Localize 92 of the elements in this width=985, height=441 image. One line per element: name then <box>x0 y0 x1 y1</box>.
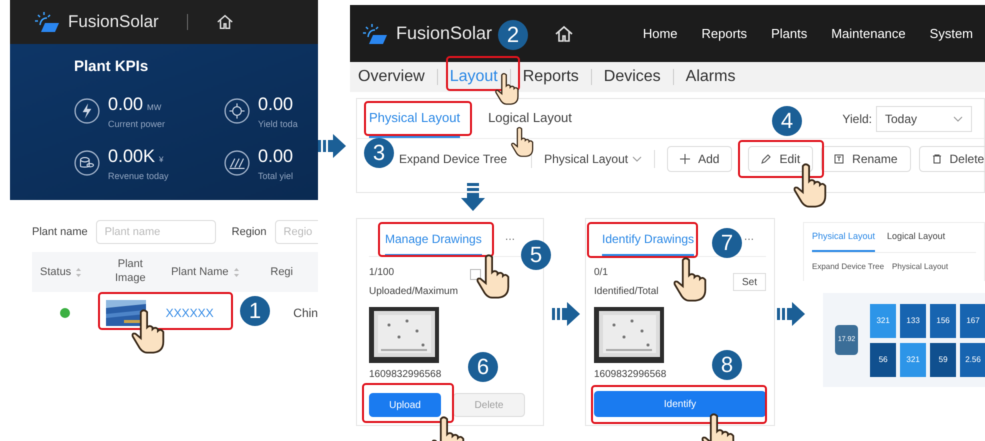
nav-tab[interactable]: Reports <box>522 65 579 89</box>
kpi-label: Revenue today <box>108 170 169 183</box>
kpi-value: 0.00 <box>108 92 144 116</box>
column-header: Plant Name <box>171 264 229 280</box>
kpi-unit: MW <box>147 102 162 114</box>
hand-pointer-icon <box>130 308 166 354</box>
right-arrow-icon <box>318 132 346 160</box>
trash-icon <box>932 154 942 164</box>
more-tabs[interactable]: ··· <box>744 232 754 247</box>
upload-count: 1/100 <box>369 266 396 280</box>
column-header: Status <box>40 264 72 280</box>
nav-tab[interactable]: Overview <box>358 65 425 89</box>
kpi-label: Yield toda <box>258 118 298 130</box>
column-header: Regi <box>270 264 293 280</box>
step-number: 6 <box>468 352 498 382</box>
home-icon[interactable] <box>216 13 234 31</box>
kpi-unit: ¥ <box>159 154 164 166</box>
right-arrow-icon <box>552 300 580 328</box>
menu-item[interactable]: Plants <box>771 24 808 44</box>
yield-label: Yield: <box>842 110 872 128</box>
right-arrow-icon <box>777 300 805 328</box>
pencil-icon <box>761 154 772 164</box>
toolbar-item[interactable]: Physical Layout <box>892 261 948 273</box>
sun-panel-logo-icon <box>34 11 60 33</box>
step-number: 3 <box>364 138 394 168</box>
lightning-icon <box>74 98 100 124</box>
identify-button[interactable]: Identify <box>594 391 766 417</box>
module-tile[interactable]: 133 <box>900 304 926 338</box>
kpi-title: Plant KPIs <box>74 57 150 77</box>
set-button[interactable]: Set <box>732 273 766 291</box>
kpi-value: 0.00 <box>258 145 294 168</box>
filter-label: Plant name <box>32 224 88 240</box>
hand-pointer-icon <box>475 253 511 299</box>
plus-icon <box>680 154 690 164</box>
kpi-value: 0.00K <box>108 145 156 168</box>
column-header: Plant Image <box>114 258 147 286</box>
down-arrow-icon <box>459 183 487 211</box>
coins-icon <box>74 150 100 176</box>
hand-pointer-icon <box>510 126 534 158</box>
count-label: Uploaded/Maximum <box>369 285 458 299</box>
kpi-label: Total yiel <box>258 170 294 183</box>
toolbar-item[interactable]: Expand Device Tree <box>812 261 884 273</box>
module-tile[interactable]: 2.56 <box>960 342 985 376</box>
module-tile[interactable]: 167 <box>960 304 985 338</box>
module-tile[interactable]: 56 <box>870 342 896 376</box>
hand-pointer-icon <box>792 162 828 208</box>
identify-count: 0/1 <box>594 266 609 280</box>
layout-tab[interactable]: Logical Layout <box>488 99 572 138</box>
module-tile[interactable]: 59 <box>930 342 956 376</box>
filter-label: Region <box>232 224 267 240</box>
layout-tab[interactable]: Physical Layout <box>369 99 460 138</box>
toolbar-button[interactable]: Add <box>667 146 732 172</box>
yield-select[interactable]: Today <box>876 106 972 132</box>
step-number: 8 <box>712 350 742 380</box>
drawing-file-name: 1609832996568 <box>594 368 668 382</box>
nav-tab[interactable]: Alarms <box>686 65 736 89</box>
select-checkbox[interactable] <box>470 269 481 280</box>
module-tile[interactable]: 156 <box>930 304 956 338</box>
panel-icon <box>224 150 250 176</box>
chevron-down-icon <box>953 116 963 122</box>
app-name: FusionSolar <box>396 22 492 45</box>
nav-tab[interactable]: Devices <box>604 65 661 89</box>
menu-item[interactable]: System <box>930 24 973 44</box>
upload-button[interactable]: Upload <box>369 393 441 417</box>
drawings-tab[interactable]: Identify Drawings <box>602 223 694 256</box>
layout-tab[interactable]: Physical Layout <box>812 223 876 252</box>
chevron-down-icon <box>632 156 642 162</box>
filter-field[interactable]: Plant name <box>96 220 216 244</box>
rename-icon <box>834 154 844 164</box>
expand-tree-toggle[interactable]: Expand Device Tree <box>399 150 508 168</box>
app-name: FusionSolar <box>68 11 159 34</box>
more-tabs[interactable]: ··· <box>505 232 515 247</box>
menu-item[interactable]: Home <box>642 24 678 44</box>
drawing-file-name: 1609832996568 <box>369 368 442 382</box>
menu-item[interactable]: Maintenance <box>831 24 906 44</box>
menu-item[interactable]: Reports <box>702 24 748 44</box>
toolbar-button[interactable]: Delete <box>918 146 985 172</box>
sun-panel-logo-icon <box>362 22 388 44</box>
layout-tab[interactable]: Logical Layout <box>887 223 946 252</box>
filter-field[interactable]: Regio <box>274 220 318 244</box>
step-number: 4 <box>772 106 802 136</box>
step-number: 1 <box>240 296 270 326</box>
count-label: Identified/Total <box>594 285 658 299</box>
kpi-label: Current power <box>108 118 166 131</box>
drawings-tab[interactable]: Manage Drawings <box>385 223 482 256</box>
step-number: 7 <box>712 228 742 258</box>
toolbar-button[interactable]: Rename <box>821 146 911 172</box>
kpi-value: 0.00 <box>258 92 294 116</box>
hand-pointer-icon <box>672 256 708 302</box>
step-number: 5 <box>521 240 551 270</box>
home-icon[interactable] <box>554 24 574 44</box>
table-cell-text: Chin <box>293 305 318 322</box>
